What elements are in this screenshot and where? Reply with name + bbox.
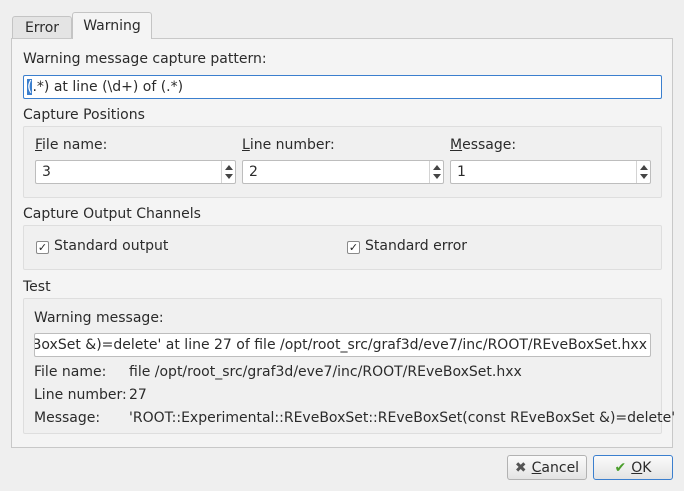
spin-arrows[interactable] <box>429 161 443 183</box>
file-name-label: File name: <box>35 137 108 153</box>
cancel-button[interactable]: ✖ Cancel <box>507 455 587 480</box>
line-number-label: Line number: <box>242 137 335 153</box>
test-line-number-label: Line number: <box>34 387 127 403</box>
warning-message-label: Warning message: <box>34 310 164 326</box>
test-title: Test <box>23 279 51 295</box>
capture-positions-group: File name: 3 Line number: 2 Message: 1 <box>23 126 662 198</box>
spin-up-icon[interactable] <box>225 165 233 170</box>
warning-pattern-input[interactable]: (.*) at line (\d+) of (.*) <box>23 75 662 99</box>
ok-button[interactable]: ✔ OK <box>593 455 673 480</box>
tab-warning[interactable]: Warning <box>72 12 152 39</box>
tab-error-label: Error <box>24 20 60 36</box>
test-file-name-value: file /opt/root_src/graf3d/eve7/inc/ROOT/… <box>129 364 522 380</box>
capture-channels-group: ✓ Standard output ✓ Standard error <box>23 225 662 270</box>
checkmark-icon: ✓ <box>348 241 359 254</box>
standard-error-checkbox[interactable]: ✓ <box>347 241 360 254</box>
standard-output-checkbox[interactable]: ✓ <box>36 241 49 254</box>
spin-arrows[interactable] <box>636 161 650 183</box>
spin-down-icon[interactable] <box>225 174 233 179</box>
message-label: Message: <box>450 137 517 153</box>
spin-up-icon[interactable] <box>640 165 648 170</box>
file-name-value: 3 <box>42 164 51 180</box>
tab-warning-label: Warning <box>83 18 141 34</box>
capture-positions-title: Capture Positions <box>23 107 145 123</box>
file-name-spinbox[interactable]: 3 <box>35 160 236 184</box>
line-number-value: 2 <box>249 164 258 180</box>
standard-output-label[interactable]: Standard output <box>54 238 168 254</box>
spin-down-icon[interactable] <box>640 174 648 179</box>
checkmark-icon: ✓ <box>37 241 48 254</box>
capture-channels-title: Capture Output Channels <box>23 206 201 222</box>
spin-arrows[interactable] <box>221 161 235 183</box>
message-spinbox[interactable]: 1 <box>450 160 651 184</box>
cancel-label: Cancel <box>531 459 580 476</box>
standard-error-label[interactable]: Standard error <box>365 238 467 254</box>
warning-tab-panel: Warning message capture pattern: (.*) at… <box>11 38 676 448</box>
warning-message-value: 'ROOT::Experimental::REveBoxSet::REveBox… <box>35 337 647 353</box>
spin-up-icon[interactable] <box>433 165 441 170</box>
test-line-number-value: 27 <box>129 387 147 403</box>
test-message-value: 'ROOT::Experimental::REveBoxSet::REveBox… <box>129 410 676 426</box>
pattern-label: Warning message capture pattern: <box>23 51 267 67</box>
message-value: 1 <box>457 164 466 180</box>
pattern-value: .*) at line (\d+) of (.*) <box>32 79 184 95</box>
warning-message-input[interactable]: 'ROOT::Experimental::REveBoxSet::REveBox… <box>34 333 651 357</box>
test-message-label: Message: <box>34 410 101 426</box>
x-icon: ✖ <box>514 459 527 476</box>
line-number-spinbox[interactable]: 2 <box>242 160 444 184</box>
tab-error[interactable]: Error <box>12 16 72 39</box>
spin-down-icon[interactable] <box>433 174 441 179</box>
ok-label: OK <box>631 459 652 476</box>
test-file-name-label: File name: <box>34 364 107 380</box>
checkmark-icon: ✔ <box>614 459 627 476</box>
